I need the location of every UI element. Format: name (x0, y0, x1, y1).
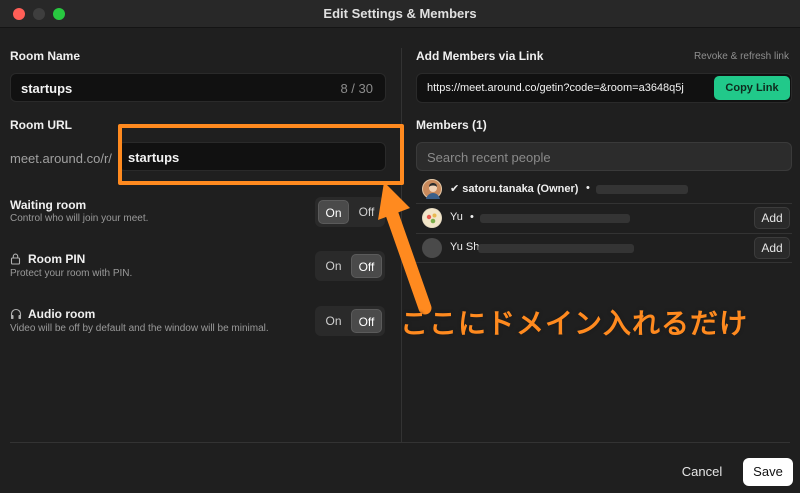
member-separator: • (470, 211, 474, 223)
annotation-text: ここにドメイン入れるだけ (400, 307, 749, 340)
audio-room-label: Audio room (28, 307, 96, 321)
footer-divider (10, 442, 790, 443)
search-placeholder: Search recent people (427, 150, 551, 165)
annotation-arrow (378, 182, 432, 315)
member-name: ✔ satoru.tanaka (Owner) (450, 183, 579, 195)
room-name-value: startups (21, 81, 73, 96)
lock-icon (10, 253, 22, 265)
save-button[interactable]: Save (743, 458, 793, 486)
member-name: Yu Sh (450, 241, 480, 253)
search-people-input[interactable]: Search recent people (416, 142, 792, 171)
add-member-button[interactable]: Add (754, 237, 790, 259)
member-separator: • (586, 182, 590, 194)
add-member-button[interactable]: Add (754, 207, 790, 229)
members-label: Members (1) (416, 118, 487, 132)
room-name-count: 8 / 30 (340, 81, 373, 96)
member-name: Yu (450, 211, 463, 223)
room-url-label: Room URL (10, 118, 72, 132)
waiting-room-on-option[interactable]: On (318, 200, 349, 224)
audio-room-on-option[interactable]: On (318, 309, 349, 333)
cancel-button[interactable]: Cancel (670, 459, 734, 485)
room-name-input[interactable]: startups 8 / 30 (10, 73, 386, 102)
redacted-email (596, 185, 688, 194)
room-pin-on-option[interactable]: On (318, 254, 349, 278)
redacted-name (478, 244, 634, 253)
list-divider (416, 262, 792, 263)
window-title: Edit Settings & Members (323, 6, 477, 21)
add-members-label: Add Members via Link (416, 49, 544, 63)
invite-link-url: https://meet.around.co/getin?code=&room=… (427, 82, 684, 94)
title-bar: Edit Settings & Members (0, 0, 800, 28)
annotation-highlight-box (118, 124, 404, 185)
member-row: Yu Sh Add (416, 233, 792, 261)
room-pin-label: Room PIN (28, 252, 86, 266)
room-pin-description: Protect your room with PIN. (10, 268, 133, 279)
room-url-prefix: meet.around.co/r/ (10, 151, 112, 166)
room-name-label: Room Name (10, 49, 81, 63)
audio-room-description: Video will be off by default and the win… (10, 323, 269, 334)
copy-link-button[interactable]: Copy Link (714, 76, 790, 100)
headphones-icon (10, 308, 22, 320)
waiting-room-label: Waiting room (10, 198, 87, 212)
waiting-room-description: Control who will join your meet. (10, 213, 149, 224)
member-row: Yu • Add (416, 203, 792, 231)
member-row: ✔ satoru.tanaka (Owner) • (416, 175, 792, 203)
revoke-refresh-link[interactable]: Revoke & refresh link (694, 51, 789, 62)
redacted-name (480, 214, 630, 223)
